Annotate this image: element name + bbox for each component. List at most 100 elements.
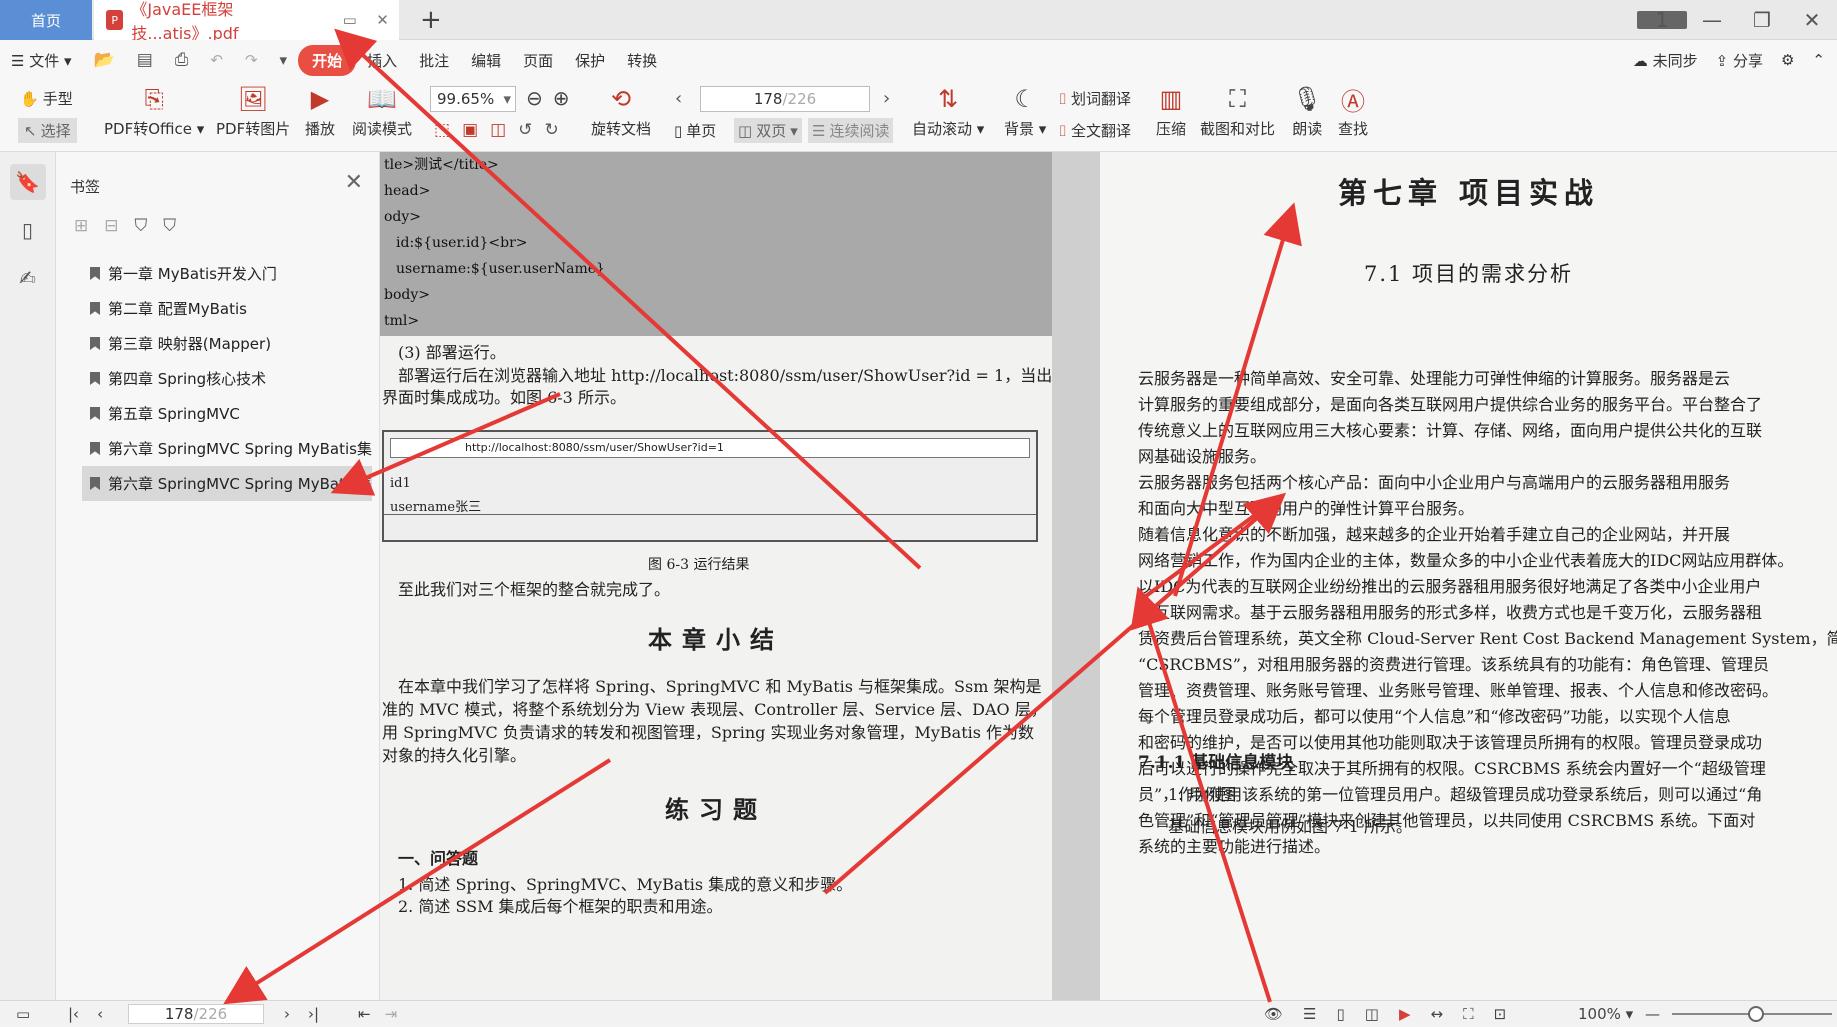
find-button[interactable]: Ⓐ 查找 xyxy=(1338,82,1368,139)
page-number-input[interactable]: 178/226 xyxy=(700,86,870,112)
fit-page-icon[interactable]: ▣ xyxy=(462,120,478,140)
menu-convert[interactable]: 转换 xyxy=(616,50,668,71)
close-window-icon[interactable]: ✕ xyxy=(1787,8,1837,32)
bookmark-list: 第一章 MyBatis开发入门 第二章 配置MyBatis 第三章 映射器(Ma… xyxy=(82,256,372,501)
rotate-right-icon[interactable]: ↻ xyxy=(544,120,558,140)
rotate-document-button[interactable]: ⟲ 旋转文档 xyxy=(591,82,651,139)
menu-right: ☁ 未同步 ⇪ 分享 ⚙ ⌃ xyxy=(1633,40,1825,80)
browser-url: http://localhost:8080/ssm/user/ShowUser?… xyxy=(390,438,1030,458)
actual-size-status-icon[interactable]: ⊡ xyxy=(1494,1005,1507,1023)
print-icon[interactable]: ⎙ xyxy=(164,50,200,70)
zoom-select[interactable]: 99.65% ▾ xyxy=(430,86,516,112)
compress-button[interactable]: ▥ 压缩 xyxy=(1156,82,1186,139)
tab-home[interactable]: 首页 xyxy=(0,0,92,40)
menu-insert[interactable]: 插入 xyxy=(356,50,408,71)
bookmark-item[interactable]: 第三章 映射器(Mapper) xyxy=(82,326,372,361)
eye-care-icon[interactable]: 👁 xyxy=(1264,1005,1283,1023)
double-view-icon[interactable]: ◫ xyxy=(1365,1005,1379,1023)
undo-icon[interactable]: ↶ xyxy=(199,51,234,69)
menu-page[interactable]: 页面 xyxy=(512,50,564,71)
menu-annotate[interactable]: 批注 xyxy=(408,50,460,71)
continuous-read-button[interactable]: ☰ 连续阅读 xyxy=(808,118,894,143)
new-tab-plus-icon[interactable]: + xyxy=(420,0,442,40)
open-icon[interactable]: 📂 xyxy=(83,50,126,70)
full-translate-button[interactable]: ⌷ 全文翻译 xyxy=(1058,120,1131,141)
rotate-left-icon[interactable]: ↺ xyxy=(518,120,532,140)
file-menu[interactable]: ☰ 文件 ▾ xyxy=(0,50,83,71)
menu-edit[interactable]: 编辑 xyxy=(460,50,512,71)
single-page-button[interactable]: ▯ 单页 xyxy=(674,120,716,141)
bookmark-flag-icon xyxy=(90,477,100,490)
auto-scroll-button[interactable]: ⇅ 自动滚动 ▾ xyxy=(912,82,984,139)
menu-protect[interactable]: 保护 xyxy=(564,50,616,71)
bookmark-item[interactable]: 第一章 MyBatis开发入门 xyxy=(82,256,372,291)
fit-width-icon[interactable]: ⬚ xyxy=(434,120,450,140)
pdf-to-office-button[interactable]: ⎘ PDF转Office ▾ xyxy=(104,82,204,139)
settings-gear-icon[interactable]: ⚙ xyxy=(1781,51,1794,69)
double-page-button[interactable]: ◫ 双页 ▾ xyxy=(734,118,802,143)
prev-page-status-icon[interactable]: ‹ xyxy=(97,1005,103,1023)
status-page-input[interactable]: 178/226 xyxy=(128,1004,264,1024)
read-aloud-button[interactable]: 🎙 朗读 xyxy=(1292,82,1322,139)
document-view[interactable]: tle>测试</title> head> ody> id:${user.id}<… xyxy=(380,152,1837,1000)
play-button[interactable]: ▶ 播放 xyxy=(305,82,335,139)
collapse-ribbon-icon[interactable]: ⌃ xyxy=(1812,51,1825,69)
zoom-in-icon[interactable]: ⊕ xyxy=(553,86,570,110)
select-tool[interactable]: ↖ 选择 xyxy=(18,118,77,143)
text-line: 计算服务的重要组成部分，是面向各类互联网用户提供综合业务的服务平台。平台整合了 xyxy=(1138,395,1763,414)
zoom-out-status-icon[interactable]: — xyxy=(1645,1001,1660,1027)
section-heading: 本章小结 xyxy=(648,625,784,654)
window-count-badge[interactable]: 1 xyxy=(1637,8,1687,32)
bookmark-item[interactable]: 第四章 Spring核心技术 xyxy=(82,361,372,396)
bookmark-panel-icon[interactable]: 🔖 xyxy=(9,164,46,200)
share-button[interactable]: ⇪ 分享 xyxy=(1716,50,1763,71)
bookmark-item[interactable]: 第六章 SpringMVC Spring MyBatis集 xyxy=(82,431,372,466)
back-history-icon[interactable]: ⇤ xyxy=(358,1005,371,1023)
first-page-icon[interactable]: |‹ xyxy=(68,1005,79,1023)
status-zoom[interactable]: 100% ▾ xyxy=(1578,1001,1633,1027)
tab-float-icon[interactable]: ▭ xyxy=(333,11,366,29)
collapse-all-icon[interactable]: ⊟ xyxy=(104,216,118,236)
next-page-status-icon[interactable]: › xyxy=(284,1005,290,1023)
prev-page-icon[interactable]: ‹ xyxy=(675,88,682,109)
expand-all-icon[interactable]: ⊞ xyxy=(74,216,88,236)
redo-icon[interactable]: ↷ xyxy=(234,51,269,69)
bookmark-item-selected[interactable]: 第六章 SpringMVC Spring MyBatis集 xyxy=(82,466,372,501)
background-button[interactable]: ☾ 背景 ▾ xyxy=(1004,82,1046,139)
page-tools: ⬚ ▣ ◫ ↺ ↻ xyxy=(434,120,559,140)
last-page-icon[interactable]: ›| xyxy=(308,1005,319,1023)
forward-history-icon[interactable]: ⇥ xyxy=(385,1005,398,1023)
single-view-icon[interactable]: ▯ xyxy=(1337,1005,1345,1023)
continuous-view-icon[interactable]: ☰ xyxy=(1303,1005,1316,1023)
hand-tool[interactable]: ✋ 手型 xyxy=(20,88,73,109)
word-translate-button[interactable]: ⌷ 划词翻译 xyxy=(1058,88,1131,109)
quick-menu-chevron-icon[interactable]: ▾ xyxy=(269,51,299,69)
pdf-to-image-button[interactable]: 🖼 PDF转图片 xyxy=(216,82,290,139)
fit-page-status-icon[interactable]: ⛶ xyxy=(1463,1005,1474,1023)
text-line: 至此我们对三个框架的整合就完成了。 xyxy=(398,580,671,599)
close-panel-icon[interactable]: ✕ xyxy=(345,170,363,195)
bookmark-item[interactable]: 第二章 配置MyBatis xyxy=(82,291,372,326)
bookmark-item[interactable]: 第五章 SpringMVC xyxy=(82,396,372,431)
zoom-out-icon[interactable]: ⊖ xyxy=(526,86,543,110)
next-page-icon[interactable]: › xyxy=(883,88,890,109)
zoom-slider-knob[interactable] xyxy=(1748,1006,1764,1022)
menu-start[interactable]: 开始 xyxy=(298,44,357,76)
bookmark-flag-icon xyxy=(90,372,100,385)
maximize-icon[interactable]: ❐ xyxy=(1737,8,1787,32)
screenshot-compare-button[interactable]: ⛶ 截图和对比 xyxy=(1200,82,1275,139)
thumbnail-panel-icon[interactable]: ▯ xyxy=(10,212,46,248)
tab-document[interactable]: P 《JavaEE框架技...atis》.pdf ▭ ✕ xyxy=(94,0,399,43)
toggle-sidebar-icon[interactable]: ▭ xyxy=(16,1001,30,1027)
actual-size-icon[interactable]: ◫ xyxy=(490,120,506,140)
remove-bookmark-icon[interactable]: ⛉ xyxy=(163,216,176,236)
minimize-icon[interactable]: — xyxy=(1687,8,1737,32)
add-bookmark-icon[interactable]: ⛉ xyxy=(135,216,148,236)
tab-close-icon[interactable]: ✕ xyxy=(366,11,399,29)
slideshow-play-icon[interactable]: ▶ xyxy=(1399,1005,1411,1023)
sync-button[interactable]: ☁ 未同步 xyxy=(1633,50,1698,71)
save-icon[interactable]: ▤ xyxy=(126,50,164,70)
read-mode-button[interactable]: 📖 阅读模式 xyxy=(352,82,412,139)
signature-panel-icon[interactable]: ✍ xyxy=(10,260,46,296)
fit-width-status-icon[interactable]: ↔ xyxy=(1431,1005,1444,1023)
